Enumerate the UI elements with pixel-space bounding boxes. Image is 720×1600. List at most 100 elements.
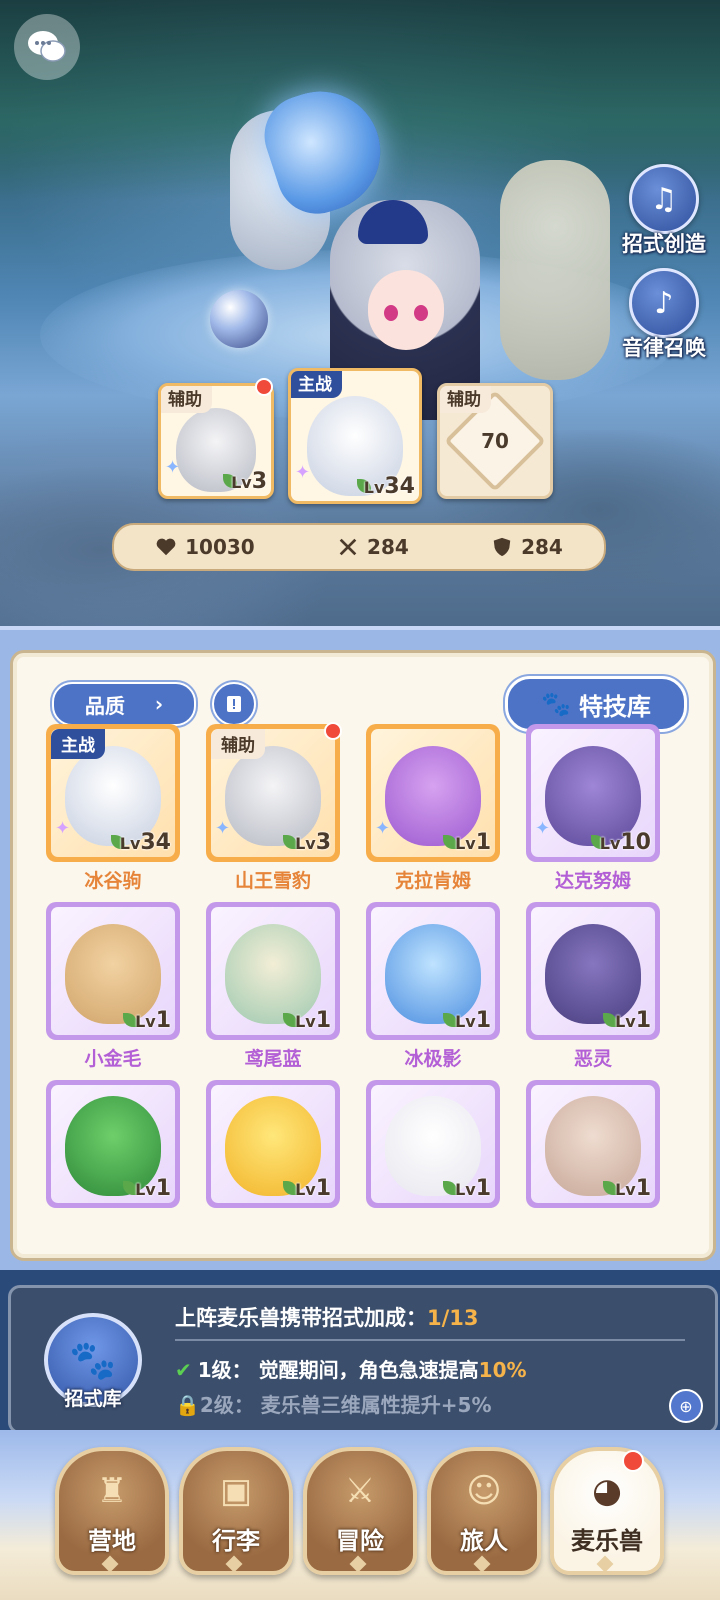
lyre-icon: ♪ (629, 268, 699, 338)
pet-card[interactable]: Lv1 (206, 1080, 340, 1208)
pet-card-inner: Lv1 (371, 907, 495, 1035)
move-creation-label: 招式创造 (622, 232, 706, 256)
pet-card[interactable]: Lv1 (526, 902, 660, 1040)
pet-name: 小金毛 (84, 1048, 142, 1070)
pet-level: Lv1 (615, 1008, 651, 1033)
player-eye-right (414, 305, 428, 321)
pet-card-inner: 辅助 ✦ Lv3 (211, 729, 335, 857)
paw-shield-icon: 🐾 (69, 1337, 117, 1382)
pet-card[interactable]: Lv1 (366, 1080, 500, 1208)
team-slot-center[interactable]: 主战 ✦ Lv34 (288, 368, 422, 504)
pet-card-inner: Lv1 (211, 907, 335, 1035)
nav-luggage-button[interactable]: ▣ 行李 (179, 1447, 293, 1575)
pet-level: Lv3 (295, 830, 331, 855)
pet-card[interactable]: 辅助 ✦ Lv3 (206, 724, 340, 862)
nav-pets-button[interactable]: ◕ 麦乐兽 (550, 1447, 664, 1575)
slot-tag: 辅助 (161, 386, 212, 413)
pet-card[interactable]: Lv1 (46, 902, 180, 1040)
stat-bar: 10030 284 284 (112, 523, 606, 571)
chat-button[interactable] (14, 14, 80, 80)
bonus-title: 上阵麦乐兽携带招式加成：1/13 (175, 1306, 479, 1330)
hp-value: 10030 (185, 535, 255, 559)
team-slot-left[interactable]: 辅助 ✦ Lv3 (158, 383, 274, 499)
nav-adventure-button[interactable]: ⚔ 冒险 (303, 1447, 417, 1575)
quality-label: 品质 (84, 693, 125, 718)
nav-camp-button[interactable]: ♜ 营地 (55, 1447, 169, 1575)
pet-level: Lv1 (135, 1176, 171, 1201)
move-library-label: 招式库 (64, 1388, 122, 1410)
pet-tag: 辅助 (211, 729, 265, 759)
pet-name: 冰谷驹 (84, 870, 142, 892)
slot-level: Lv3 (231, 469, 267, 494)
crossed-swords-icon (339, 538, 357, 556)
pet-tag: 主战 (51, 729, 105, 759)
chevron-right-icon: › (154, 692, 164, 716)
pet-level: Lv34 (119, 830, 171, 855)
pet-name: 恶灵 (573, 1048, 612, 1070)
paw-icon: 🐾 (541, 690, 571, 718)
music-book-icon: ♫ (629, 164, 699, 234)
element-icon: ✦ (375, 818, 391, 839)
pet-card[interactable]: Lv1 (366, 902, 500, 1040)
pet-card-inner: 主战 ✦ Lv34 (51, 729, 175, 857)
move-creation-button[interactable]: ♫ 招式创造 (622, 164, 706, 264)
pet-card-inner: Lv1 (51, 1085, 175, 1203)
pet-icon: ◕ (592, 1471, 622, 1511)
pet-level: Lv1 (295, 1008, 331, 1033)
castle-icon: ♜ (96, 1471, 128, 1511)
pet-card[interactable]: ✦ Lv1 (366, 724, 500, 862)
nav-label: 冒险 (336, 1527, 384, 1555)
skill-library-label: 特技库 (578, 692, 651, 721)
pet-card[interactable]: 主战 ✦ Lv34 (46, 724, 180, 862)
element-star-icon: ✦ (295, 462, 311, 483)
check-icon: ✔ (175, 1358, 192, 1382)
nav-traveler-button[interactable]: ☺ 旅人 (427, 1447, 541, 1575)
nav-label: 行李 (212, 1527, 260, 1555)
bag-icon: ▣ (219, 1471, 253, 1511)
slot-level: Lv34 (363, 474, 415, 499)
pet-card-inner: Lv1 (211, 1085, 335, 1203)
player-eye-left (384, 305, 398, 321)
pet-card-inner: Lv1 (51, 907, 175, 1035)
zoom-button[interactable]: ⊕ (669, 1389, 703, 1423)
pet-card[interactable]: Lv1 (46, 1080, 180, 1208)
pet-card-inner: Lv1 (371, 1085, 495, 1203)
defense-value: 284 (521, 535, 563, 559)
pet-name: 冰极影 (404, 1048, 462, 1070)
heart-icon (156, 538, 176, 556)
element-icon: ✦ (215, 818, 231, 839)
pet-name: 鸢尾蓝 (244, 1048, 302, 1070)
pet-card-inner: Lv1 (531, 1085, 655, 1203)
attack-stat: 284 (337, 535, 409, 559)
slot-tag: 辅助 (440, 386, 491, 413)
pet-card[interactable]: ✦ Lv10 (526, 724, 660, 862)
attack-value: 284 (367, 535, 409, 559)
shield-icon (493, 537, 511, 557)
pet-card[interactable]: Lv1 (526, 1080, 660, 1208)
unlock-level: 70 (481, 429, 509, 453)
pet-level: Lv10 (599, 830, 651, 855)
player-face (368, 270, 444, 350)
nav-label: 麦乐兽 (571, 1527, 643, 1555)
handbook-button[interactable] (212, 682, 256, 726)
pet-card[interactable]: Lv1 (206, 902, 340, 1040)
pet-level: Lv1 (455, 830, 491, 855)
magnifier-icon: ⊕ (679, 1396, 693, 1416)
element-ice-icon: ✦ (165, 457, 181, 478)
melody-summon-button[interactable]: ♪ 音律召唤 (622, 268, 706, 368)
pet-level: Lv1 (455, 1008, 491, 1033)
lock-icon: 🔒 (175, 1393, 200, 1417)
pet-card-inner: ✦ Lv10 (531, 729, 655, 857)
nav-label: 营地 (88, 1527, 136, 1555)
quality-filter-button[interactable]: 品质 › (52, 682, 196, 726)
team-slot-right-locked[interactable]: 辅助 70 (437, 383, 553, 499)
element-icon: ✦ (535, 818, 551, 839)
pet-level: Lv1 (135, 1008, 171, 1033)
bonus-level-2: 🔒2级： 麦乐兽三维属性提升+5% (175, 1393, 492, 1417)
slot-tag: 主战 (291, 371, 342, 398)
defense-stat: 284 (491, 535, 563, 559)
pet-card-inner: ✦ Lv1 (371, 729, 495, 857)
hp-stat: 10030 (155, 535, 255, 559)
book-icon (227, 696, 241, 712)
crystal-orb (210, 290, 268, 348)
